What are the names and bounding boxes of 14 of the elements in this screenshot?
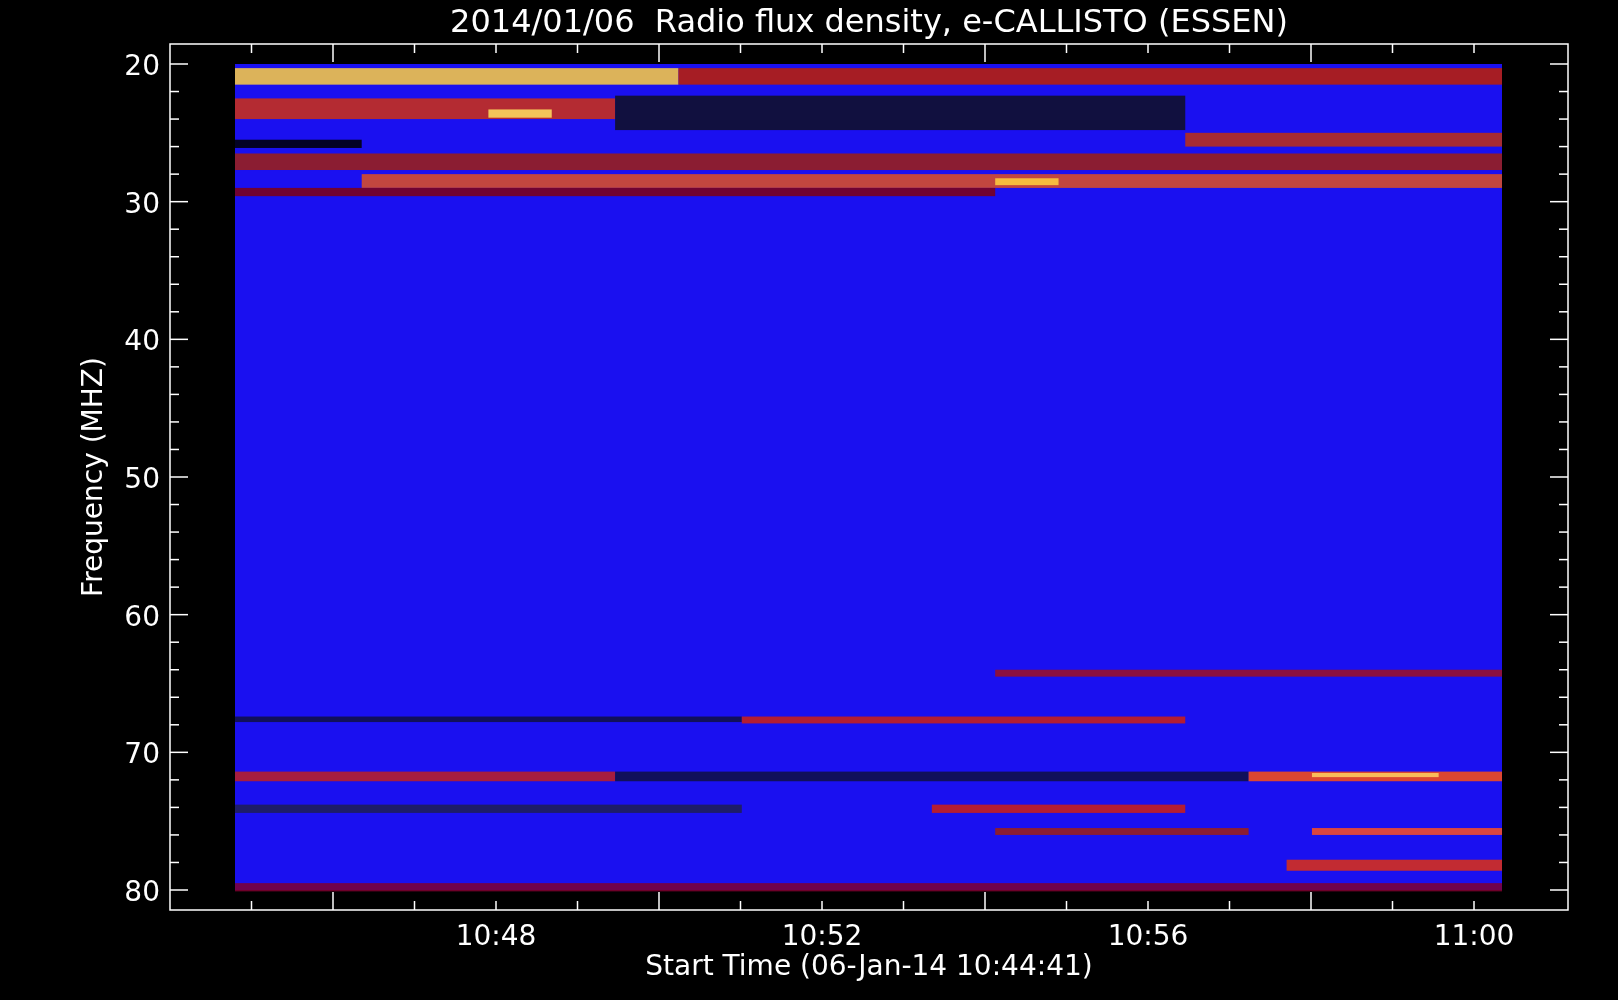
y-tick-label: 50	[124, 462, 160, 495]
x-tick-label: 10:56	[1107, 919, 1189, 952]
x-tick-label: 11:00	[1433, 919, 1515, 952]
x-tick-label: 10:48	[455, 919, 537, 952]
y-tick-label: 70	[124, 737, 160, 771]
y-tick-label: 40	[124, 324, 160, 358]
x-axis-label: Start Time (06-Jan-14 10:44:41)	[645, 949, 1093, 982]
y-tick-label: 20	[124, 49, 160, 82]
y-tick-label: 60	[124, 599, 160, 633]
chart-title: 2014/01/06 Radio flux density, e-CALLISTO (ESSEN)	[450, 2, 1288, 40]
y-tick-label: 80	[124, 875, 160, 908]
y-tick-label: 30	[124, 186, 160, 220]
y-axis-label: Frequency (MHZ)	[76, 357, 109, 597]
x-tick-label: 10:52	[781, 919, 863, 952]
